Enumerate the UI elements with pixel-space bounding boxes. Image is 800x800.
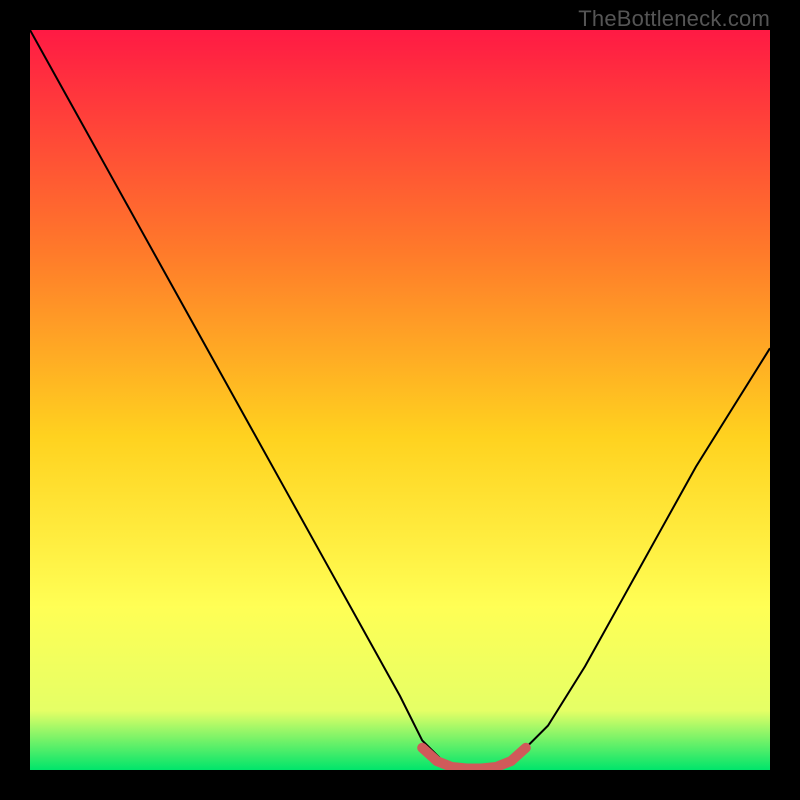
gradient-background xyxy=(30,30,770,770)
chart-frame: TheBottleneck.com xyxy=(0,0,800,800)
chart-svg xyxy=(30,30,770,770)
watermark-text: TheBottleneck.com xyxy=(578,6,770,32)
plot-area xyxy=(30,30,770,770)
